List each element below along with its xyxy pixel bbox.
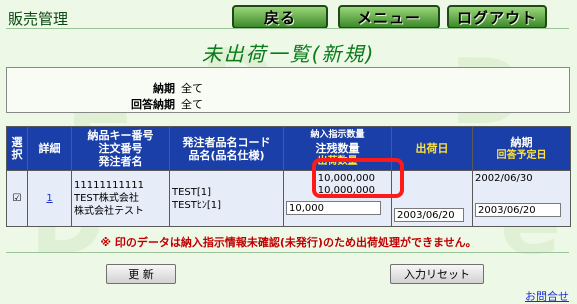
orderer-name: 株式会社テスト	[74, 206, 144, 217]
answer-date-input[interactable]	[475, 203, 561, 217]
footer-divider	[6, 252, 569, 253]
reset-button[interactable]: 入力リセット	[390, 264, 484, 284]
app-title: 販売管理	[8, 10, 69, 28]
table-header-row: 選択 詳細 納品キー番号 注文番号 発注者名 発注者品名コード 品名(品名仕様)…	[6, 126, 571, 171]
filter-label: 回答納期	[131, 98, 175, 111]
due-date: 2002/06/30	[475, 173, 533, 184]
filter-label: 納期	[153, 82, 175, 95]
page-title: 未出荷一覧(新規)	[201, 42, 376, 66]
back-button[interactable]: 戻る	[232, 5, 328, 29]
item-code: TEST[1]	[172, 186, 212, 198]
logout-button[interactable]: ログアウト	[447, 5, 547, 29]
menu-button[interactable]: メニュー	[338, 5, 440, 29]
header-divider	[6, 28, 569, 29]
ship-quantity-input[interactable]	[286, 201, 381, 215]
col-header-key: 納品キー番号 注文番号 発注者名	[71, 126, 170, 171]
detail-link[interactable]: 1	[46, 193, 52, 204]
filter-summary: 納期 全て 回答納期 全て	[6, 67, 570, 113]
col-header-select: 選択	[6, 126, 28, 171]
key-number: 11111111111	[74, 180, 144, 191]
ship-date-input[interactable]	[394, 208, 464, 222]
col-header-item: 発注者品名コード 品名(品名仕様)	[169, 126, 284, 171]
update-button[interactable]: 更 新	[106, 264, 176, 284]
table-row: ☑ 1 11111111111 TEST株式会社 株式会社テスト TEST[1]…	[6, 170, 571, 227]
order-number: TEST株式会社	[74, 193, 139, 204]
filter-value: 全て	[181, 98, 203, 111]
filter-row-answer: 回答納期 全て	[77, 96, 203, 111]
col-header-detail: 詳細	[27, 126, 72, 171]
highlight-annotation	[312, 158, 404, 198]
col-header-due: 納期 回答予定日	[472, 126, 571, 171]
filter-value: 全て	[181, 82, 203, 95]
filter-row-due: 納期 全て	[77, 80, 203, 95]
item-name: TESTﾋﾝ[1]	[172, 199, 222, 211]
row-select-checkbox[interactable]: ☑	[6, 170, 28, 227]
warning-message: ※ 印のデータは納入指示情報未確認(未発行)のため出荷処理ができません。	[100, 236, 477, 249]
shipment-table: 選択 詳細 納品キー番号 注文番号 発注者名 発注者品名コード 品名(品名仕様)…	[6, 126, 571, 227]
